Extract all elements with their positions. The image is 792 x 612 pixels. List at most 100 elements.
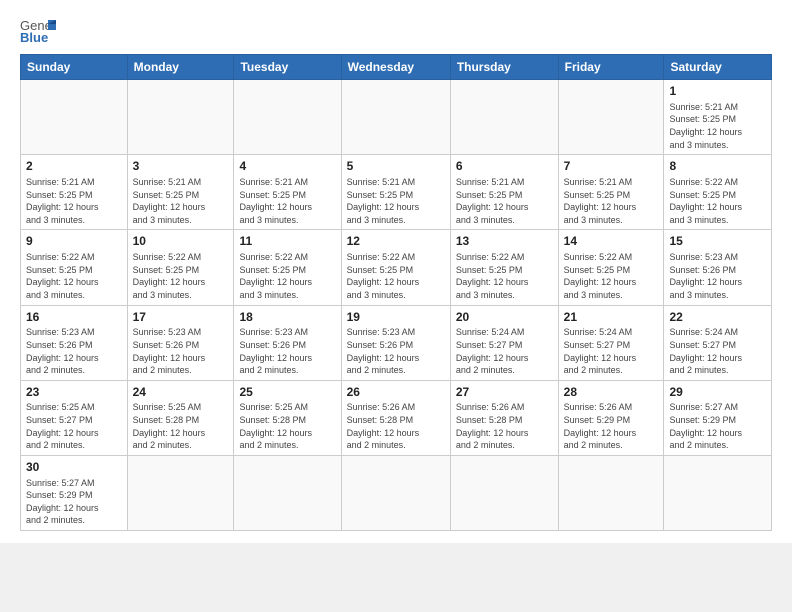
svg-text:Blue: Blue [20, 30, 48, 44]
day-info: Sunrise: 5:21 AM Sunset: 5:25 PM Dayligh… [456, 176, 553, 226]
generalblue-icon: General Blue [20, 16, 56, 44]
calendar-cell: 13Sunrise: 5:22 AM Sunset: 5:25 PM Dayli… [450, 230, 558, 305]
calendar-cell: 25Sunrise: 5:25 AM Sunset: 5:28 PM Dayli… [234, 380, 341, 455]
day-number: 21 [564, 309, 659, 326]
col-header-tuesday: Tuesday [234, 55, 341, 80]
day-info: Sunrise: 5:25 AM Sunset: 5:28 PM Dayligh… [239, 401, 335, 451]
day-info: Sunrise: 5:23 AM Sunset: 5:26 PM Dayligh… [133, 326, 229, 376]
calendar-week-1: 1Sunrise: 5:21 AM Sunset: 5:25 PM Daylig… [21, 80, 772, 155]
day-number: 8 [669, 158, 766, 175]
calendar-cell [21, 80, 128, 155]
day-number: 3 [133, 158, 229, 175]
day-info: Sunrise: 5:24 AM Sunset: 5:27 PM Dayligh… [456, 326, 553, 376]
calendar-cell: 14Sunrise: 5:22 AM Sunset: 5:25 PM Dayli… [558, 230, 664, 305]
calendar-cell: 17Sunrise: 5:23 AM Sunset: 5:26 PM Dayli… [127, 305, 234, 380]
day-number: 7 [564, 158, 659, 175]
day-number: 24 [133, 384, 229, 401]
day-number: 6 [456, 158, 553, 175]
day-number: 2 [26, 158, 122, 175]
day-number: 12 [347, 233, 445, 250]
day-number: 19 [347, 309, 445, 326]
day-info: Sunrise: 5:25 AM Sunset: 5:27 PM Dayligh… [26, 401, 122, 451]
calendar-cell: 15Sunrise: 5:23 AM Sunset: 5:26 PM Dayli… [664, 230, 772, 305]
calendar-cell: 4Sunrise: 5:21 AM Sunset: 5:25 PM Daylig… [234, 155, 341, 230]
calendar-cell [127, 455, 234, 530]
day-info: Sunrise: 5:22 AM Sunset: 5:25 PM Dayligh… [669, 176, 766, 226]
calendar-cell [450, 80, 558, 155]
day-number: 10 [133, 233, 229, 250]
day-info: Sunrise: 5:27 AM Sunset: 5:29 PM Dayligh… [26, 477, 122, 527]
calendar-cell: 26Sunrise: 5:26 AM Sunset: 5:28 PM Dayli… [341, 380, 450, 455]
day-number: 11 [239, 233, 335, 250]
calendar-cell: 5Sunrise: 5:21 AM Sunset: 5:25 PM Daylig… [341, 155, 450, 230]
day-info: Sunrise: 5:22 AM Sunset: 5:25 PM Dayligh… [347, 251, 445, 301]
day-info: Sunrise: 5:24 AM Sunset: 5:27 PM Dayligh… [564, 326, 659, 376]
day-number: 17 [133, 309, 229, 326]
calendar-cell: 6Sunrise: 5:21 AM Sunset: 5:25 PM Daylig… [450, 155, 558, 230]
day-info: Sunrise: 5:21 AM Sunset: 5:25 PM Dayligh… [239, 176, 335, 226]
calendar-cell: 29Sunrise: 5:27 AM Sunset: 5:29 PM Dayli… [664, 380, 772, 455]
day-number: 9 [26, 233, 122, 250]
calendar-cell: 10Sunrise: 5:22 AM Sunset: 5:25 PM Dayli… [127, 230, 234, 305]
calendar-cell: 20Sunrise: 5:24 AM Sunset: 5:27 PM Dayli… [450, 305, 558, 380]
calendar-cell: 16Sunrise: 5:23 AM Sunset: 5:26 PM Dayli… [21, 305, 128, 380]
day-info: Sunrise: 5:26 AM Sunset: 5:29 PM Dayligh… [564, 401, 659, 451]
header-area: General Blue [20, 16, 772, 44]
day-number: 14 [564, 233, 659, 250]
col-header-monday: Monday [127, 55, 234, 80]
day-info: Sunrise: 5:22 AM Sunset: 5:25 PM Dayligh… [564, 251, 659, 301]
day-info: Sunrise: 5:21 AM Sunset: 5:25 PM Dayligh… [564, 176, 659, 226]
calendar-cell: 24Sunrise: 5:25 AM Sunset: 5:28 PM Dayli… [127, 380, 234, 455]
col-header-sunday: Sunday [21, 55, 128, 80]
calendar-cell [341, 80, 450, 155]
calendar-week-4: 16 Sunrise: 5:23 AM Sunset: 5:26 PM Dayli… [21, 305, 772, 380]
day-info: Sunrise: 5:21 AM Sunset: 5:25 PM Dayligh… [347, 176, 445, 226]
day-number: 5 [347, 158, 445, 175]
calendar-table: SundayMondayTuesdayWednesdayThursdayFrid… [20, 54, 772, 531]
calendar-cell: 21Sunrise: 5:24 AM Sunset: 5:27 PM Dayli… [558, 305, 664, 380]
day-info: Sunrise: 5:23 AM Sunset: 5:26 PM Dayligh… [239, 326, 335, 376]
calendar-cell [558, 455, 664, 530]
calendar-cell [341, 455, 450, 530]
col-header-wednesday: Wednesday [341, 55, 450, 80]
calendar-cell [664, 455, 772, 530]
day-number: 4 [239, 158, 335, 175]
col-header-thursday: Thursday [450, 55, 558, 80]
calendar-cell: 12Sunrise: 5:22 AM Sunset: 5:25 PM Dayli… [341, 230, 450, 305]
calendar-week-2: 2Sunrise: 5:21 AM Sunset: 5:25 PM Daylig… [21, 155, 772, 230]
calendar-cell: 23Sunrise: 5:25 AM Sunset: 5:27 PM Dayli… [21, 380, 128, 455]
day-info: Sunrise: 5:22 AM Sunset: 5:25 PM Dayligh… [239, 251, 335, 301]
calendar-cell: 3Sunrise: 5:21 AM Sunset: 5:25 PM Daylig… [127, 155, 234, 230]
day-info: Sunrise: 5:23 AM Sunset: 5:26 PM Dayligh… [347, 326, 445, 376]
day-info: Sunrise: 5:27 AM Sunset: 5:29 PM Dayligh… [669, 401, 766, 451]
day-number: 1 [669, 83, 766, 100]
day-info: Sunrise: 5:21 AM Sunset: 5:25 PM Dayligh… [26, 176, 122, 226]
day-info: Sunrise: 5:23 AM Sunset: 5:26 PM Dayligh… [669, 251, 766, 301]
calendar-cell: 30Sunrise: 5:27 AM Sunset: 5:29 PM Dayli… [21, 455, 128, 530]
calendar-cell [558, 80, 664, 155]
page: General Blue SundayMondayTuesdayWednesda… [0, 0, 792, 543]
day-info: Sunrise: 5:22 AM Sunset: 5:25 PM Dayligh… [456, 251, 553, 301]
calendar-week-6: 30Sunrise: 5:27 AM Sunset: 5:29 PM Dayli… [21, 455, 772, 530]
calendar-cell [127, 80, 234, 155]
day-number: 26 [347, 384, 445, 401]
day-info: Sunrise: 5:24 AM Sunset: 5:27 PM Dayligh… [669, 326, 766, 376]
day-number: 25 [239, 384, 335, 401]
day-number: 16 [26, 309, 122, 326]
calendar-cell: 9Sunrise: 5:22 AM Sunset: 5:25 PM Daylig… [21, 230, 128, 305]
calendar-week-3: 9Sunrise: 5:22 AM Sunset: 5:25 PM Daylig… [21, 230, 772, 305]
day-info: Sunrise: 5:25 AM Sunset: 5:28 PM Dayligh… [133, 401, 229, 451]
day-info: Sunrise: 5:22 AM Sunset: 5:25 PM Dayligh… [26, 251, 122, 301]
col-header-saturday: Saturday [664, 55, 772, 80]
day-number: 27 [456, 384, 553, 401]
calendar-cell: 22Sunrise: 5:24 AM Sunset: 5:27 PM Dayli… [664, 305, 772, 380]
calendar-cell: 18Sunrise: 5:23 AM Sunset: 5:26 PM Dayli… [234, 305, 341, 380]
day-number: 28 [564, 384, 659, 401]
calendar-cell [234, 455, 341, 530]
calendar-cell: 11Sunrise: 5:22 AM Sunset: 5:25 PM Dayli… [234, 230, 341, 305]
calendar-week-5: 23Sunrise: 5:25 AM Sunset: 5:27 PM Dayli… [21, 380, 772, 455]
day-number: 23 [26, 384, 122, 401]
day-number: 18 [239, 309, 335, 326]
calendar-cell [234, 80, 341, 155]
day-number: 22 [669, 309, 766, 326]
